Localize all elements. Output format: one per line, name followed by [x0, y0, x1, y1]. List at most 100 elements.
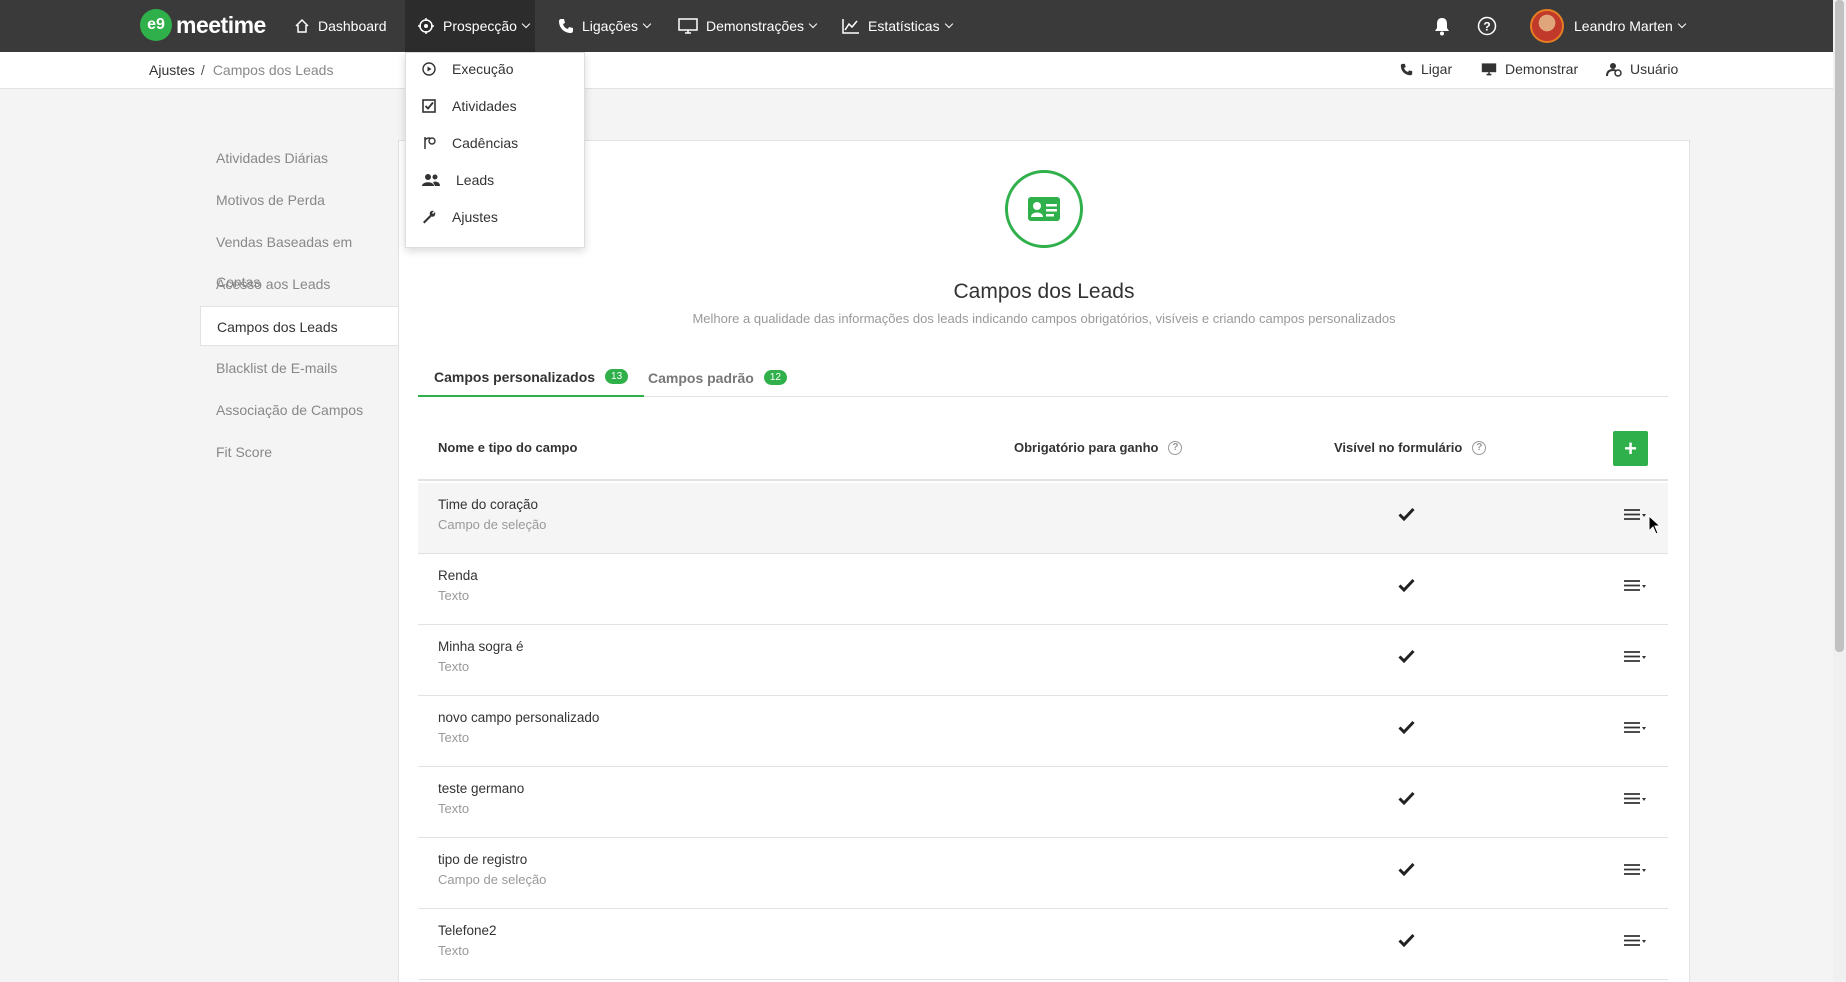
- user-menu[interactable]: Leandro Marten: [1530, 9, 1687, 43]
- table-row[interactable]: Time do coração Campo de seleção: [418, 483, 1668, 554]
- field-name: teste germano: [438, 781, 525, 796]
- user-name: Leandro Marten: [1574, 18, 1673, 34]
- top-navbar: e9 meetime Dashboard Prospecção Ligações…: [0, 0, 1833, 52]
- demonstrar-button[interactable]: Demonstrar: [1481, 61, 1578, 77]
- scrollbar[interactable]: [1833, 0, 1846, 982]
- chevron-down-icon: [808, 19, 818, 29]
- help-icon[interactable]: ?: [1472, 440, 1487, 455]
- sidebar-item-blacklist[interactable]: Blacklist de E-mails: [200, 348, 398, 388]
- page-title: Campos dos Leads: [953, 280, 1135, 303]
- row-menu-button[interactable]: [1624, 580, 1648, 592]
- ligar-label: Ligar: [1421, 61, 1453, 77]
- demonstrar-label: Demonstrar: [1505, 61, 1579, 77]
- nav-demonstracoes[interactable]: Demonstrações: [678, 0, 818, 52]
- sidebar-item-fit-score[interactable]: Fit Score: [200, 432, 398, 472]
- sidebar-item-vendas-baseadas[interactable]: Vendas Baseadas em Contas: [200, 222, 398, 290]
- monitor-icon: [678, 18, 698, 34]
- nav-ligacoes[interactable]: Ligações: [558, 0, 652, 52]
- field-type: Texto: [438, 730, 470, 745]
- table-row[interactable]: Renda Texto: [418, 554, 1668, 625]
- field-name: Time do coração: [438, 497, 539, 512]
- chevron-down-icon: [521, 19, 531, 29]
- dropdown-item-label: Leads: [456, 172, 495, 188]
- sidebar-item-label: Blacklist de E-mails: [216, 360, 338, 376]
- sidebar-item-associacao[interactable]: Associação de Campos: [200, 390, 398, 430]
- bell-icon[interactable]: [1430, 14, 1454, 38]
- tab-label: Campos padrão: [648, 369, 754, 386]
- nav-prospeccao[interactable]: Prospecção: [405, 0, 535, 52]
- check-icon: [1398, 507, 1415, 521]
- field-name: Renda: [438, 568, 478, 583]
- tab-campos-personalizados[interactable]: Campos personalizados 13: [418, 358, 645, 397]
- row-menu-button[interactable]: [1624, 793, 1648, 805]
- check-icon: [1398, 791, 1415, 805]
- count-badge: 12: [763, 370, 787, 385]
- help-icon[interactable]: ?: [1475, 14, 1499, 38]
- cadence-icon: [422, 136, 444, 150]
- page-subtitle: Melhore a qualidade das informações dos …: [692, 311, 1396, 326]
- menu-icon: [1624, 935, 1646, 946]
- field-name: Minha sogra é: [438, 639, 524, 654]
- menu-icon: [1624, 580, 1646, 591]
- table-row[interactable]: novo campo personalizado Texto: [418, 696, 1668, 767]
- row-menu-button[interactable]: [1624, 722, 1648, 734]
- checkbox-icon: [422, 99, 444, 113]
- breadcrumb-root[interactable]: Ajustes: [149, 62, 195, 78]
- prospeccao-dropdown: Execução Atividades Cadências Leads Ajustes: [405, 52, 585, 248]
- table-row[interactable]: tipo de registro Campo de seleção: [418, 838, 1668, 909]
- table-row[interactable]: Telefone2 Texto: [418, 909, 1668, 980]
- check-icon: [1398, 933, 1415, 947]
- tabs: Campos personalizados 13 Campos padrão 1…: [418, 358, 1668, 397]
- meetime-logo[interactable]: e9 meetime: [140, 9, 266, 41]
- usuario-button[interactable]: Usuário: [1606, 61, 1678, 77]
- dropdown-item-cadencias[interactable]: Cadências: [422, 135, 518, 151]
- ligar-button[interactable]: Ligar: [1400, 61, 1452, 77]
- monitor-icon: [1481, 63, 1497, 76]
- nav-dashboard[interactable]: Dashboard: [294, 0, 387, 52]
- tab-campos-padrao[interactable]: Campos padrão 12: [632, 358, 803, 397]
- check-icon: [1398, 578, 1415, 592]
- avatar: [1530, 9, 1564, 43]
- sidebar-item-label: Atividades Diárias: [216, 150, 329, 166]
- svg-text:?: ?: [1483, 20, 1490, 34]
- row-menu-button[interactable]: [1624, 864, 1648, 876]
- table-row[interactable]: teste germano Texto: [418, 767, 1668, 838]
- nav-estatisticas-label: Estatísticas: [868, 18, 940, 34]
- field-name: Telefone2: [438, 923, 497, 938]
- sidebar-item-acesso-aos-leads[interactable]: Acesso aos Leads: [200, 264, 398, 304]
- sidebar-item-label: Campos dos Leads: [217, 319, 338, 335]
- dropdown-item-ajustes[interactable]: Ajustes: [422, 209, 498, 225]
- usuario-label: Usuário: [1630, 61, 1679, 77]
- play-circle-icon: [422, 62, 444, 76]
- add-field-button[interactable]: +: [1613, 431, 1648, 466]
- dropdown-item-label: Cadências: [452, 135, 519, 151]
- wrench-icon: [422, 210, 444, 224]
- header-visible-label: Visível no formulário: [1334, 440, 1463, 455]
- row-menu-button[interactable]: [1624, 935, 1648, 947]
- nav-dashboard-label: Dashboard: [318, 18, 387, 34]
- row-menu-button[interactable]: [1624, 651, 1648, 663]
- nav-estatisticas[interactable]: Estatísticas: [842, 0, 953, 52]
- check-icon: [1398, 862, 1415, 876]
- dropdown-item-leads[interactable]: Leads: [422, 172, 494, 188]
- logo-mark: e9: [140, 9, 172, 41]
- sidebar-item-label: Motivos de Perda: [216, 192, 325, 208]
- sidebar-item-motivos-de-perda[interactable]: Motivos de Perda: [200, 180, 398, 220]
- chevron-down-icon: [944, 19, 953, 29]
- scrollbar-thumb[interactable]: [1835, 0, 1844, 652]
- breadcrumb-separator: /: [200, 62, 205, 78]
- header-name: Nome e tipo do campo: [438, 440, 577, 455]
- help-icon[interactable]: ?: [1168, 440, 1183, 455]
- row-menu-button[interactable]: [1624, 509, 1648, 521]
- sidebar-item-atividades-diarias[interactable]: Atividades Diárias: [200, 138, 398, 178]
- check-icon: [1398, 649, 1415, 663]
- count-badge: 13: [605, 369, 629, 384]
- users-icon: [422, 173, 448, 187]
- sidebar-item-campos-dos-leads[interactable]: Campos dos Leads: [200, 306, 398, 346]
- dropdown-item-atividades[interactable]: Atividades: [422, 98, 517, 114]
- field-type: Texto: [438, 943, 470, 958]
- dropdown-item-execucao[interactable]: Execução: [422, 61, 513, 77]
- table-row[interactable]: Minha sogra é Texto: [418, 625, 1668, 696]
- breadcrumb-bar: Ajustes / Campos dos Leads Ligar Demonstra…: [0, 52, 1833, 89]
- menu-icon: [1624, 793, 1646, 804]
